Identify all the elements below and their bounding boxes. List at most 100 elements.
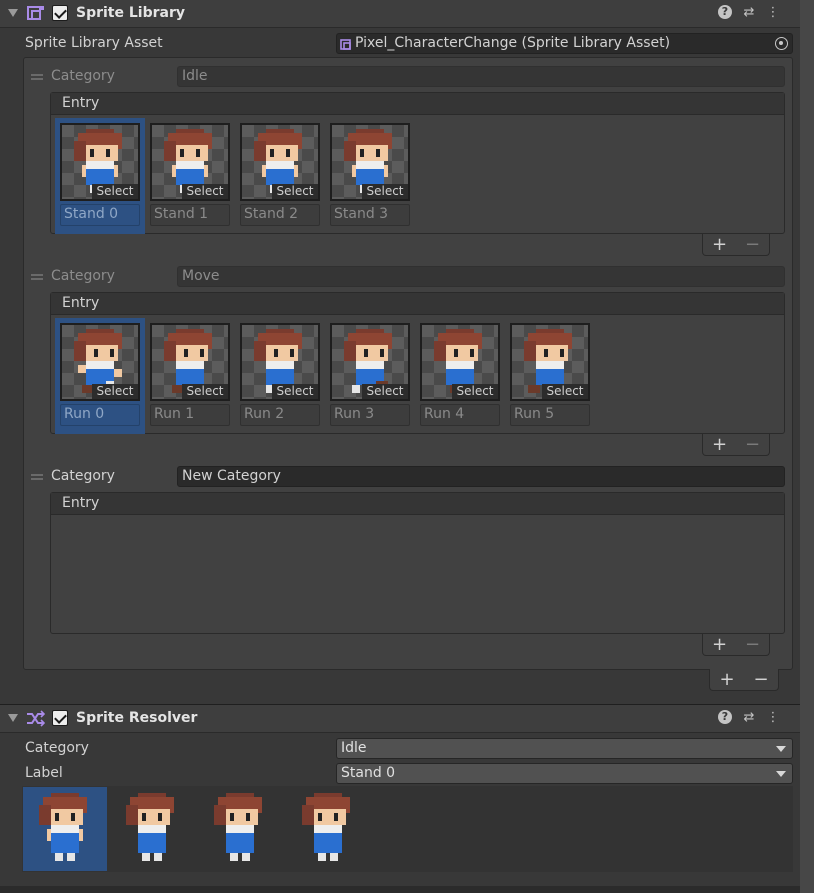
sprite-thumbnail: Select xyxy=(240,323,320,401)
category-label: Category xyxy=(25,740,89,756)
category-label: Category xyxy=(51,268,115,284)
sprite-thumbnail: Select xyxy=(240,123,320,201)
entry-run-5[interactable]: Select Run 5 xyxy=(510,323,590,426)
sprite-thumbnail: Select xyxy=(60,123,140,201)
sprite-thumbnail: Select xyxy=(150,323,230,401)
entry-header: Entry xyxy=(51,293,784,315)
label-dropdown[interactable]: Stand 0 xyxy=(336,763,793,784)
enabled-checkbox[interactable] xyxy=(52,5,68,21)
add-entry-button[interactable]: + xyxy=(712,434,727,455)
entry-run-2[interactable]: Select Run 2 xyxy=(240,323,320,426)
sprite-thumbnail: Select xyxy=(330,123,410,201)
object-picker-icon[interactable] xyxy=(775,37,788,50)
category-label: Category xyxy=(51,68,115,84)
entry-stand-0[interactable]: Select Stand 0 xyxy=(55,118,145,234)
sprite-thumbnail: Select xyxy=(150,123,230,201)
select-button[interactable]: Select xyxy=(92,384,138,399)
entry-name[interactable]: Stand 3 xyxy=(330,204,410,226)
presets-icon[interactable]: ⇄ xyxy=(742,5,756,21)
sprite-thumbnail: Select xyxy=(330,323,410,401)
category-name-field[interactable]: Move xyxy=(177,266,785,287)
entry-name[interactable]: Run 2 xyxy=(240,404,320,426)
entry-name[interactable]: Stand 2 xyxy=(240,204,320,226)
help-icon[interactable]: ? xyxy=(718,710,732,724)
asset-label: Sprite Library Asset xyxy=(25,35,163,51)
remove-entry-button[interactable]: − xyxy=(745,434,760,455)
entry-name[interactable]: Stand 0 xyxy=(60,204,140,226)
entry-list-footer: + − xyxy=(702,434,770,456)
select-button[interactable]: Select xyxy=(92,184,138,199)
category-label: Category xyxy=(51,468,115,484)
sprite-library-header[interactable]: Sprite Library ? ⇄ ⋮ xyxy=(0,0,800,28)
sprite-resolver-header[interactable]: Sprite Resolver ? ⇄ ⋮ xyxy=(0,705,800,733)
entry-list-footer: + − xyxy=(702,634,770,656)
entry-list-new-category: Entry xyxy=(50,492,785,634)
select-button[interactable]: Select xyxy=(182,184,228,199)
entry-name[interactable]: Run 0 xyxy=(60,404,140,426)
drag-handle-icon[interactable] xyxy=(31,274,43,280)
entry-header: Entry xyxy=(51,93,784,115)
preview-tile[interactable] xyxy=(198,787,282,871)
entry-name[interactable]: Run 3 xyxy=(330,404,410,426)
preview-tile[interactable] xyxy=(110,787,194,871)
select-button[interactable]: Select xyxy=(272,184,318,199)
category-name-field[interactable]: New Category xyxy=(177,466,785,487)
enabled-checkbox[interactable] xyxy=(52,710,68,726)
drag-handle-icon[interactable] xyxy=(31,74,43,80)
character-sprite-icon xyxy=(126,793,174,861)
entry-name[interactable]: Run 5 xyxy=(510,404,590,426)
add-entry-button[interactable]: + xyxy=(712,634,727,655)
sprite-resolver-component-icon xyxy=(27,710,45,727)
character-sprite-icon xyxy=(214,793,262,861)
sprite-library-component-icon xyxy=(27,6,44,20)
entry-run-4[interactable]: Select Run 4 xyxy=(420,323,500,426)
preview-tile-selected[interactable] xyxy=(23,787,107,871)
more-icon[interactable]: ⋮ xyxy=(766,5,780,21)
bottom-edge xyxy=(0,886,800,893)
entry-list-footer: + − xyxy=(702,234,770,256)
character-sprite-icon xyxy=(39,793,87,861)
asset-object-field[interactable]: Pixel_CharacterChange (Sprite Library As… xyxy=(336,33,793,54)
inspector-scrollbar[interactable] xyxy=(800,0,814,893)
more-icon[interactable]: ⋮ xyxy=(766,710,780,726)
category-name-field[interactable]: Idle xyxy=(177,66,785,87)
category-list-footer: + − xyxy=(709,669,779,691)
entry-name[interactable]: Run 1 xyxy=(150,404,230,426)
remove-entry-button[interactable]: − xyxy=(745,634,760,655)
remove-entry-button[interactable]: − xyxy=(745,234,760,255)
entry-run-0[interactable]: Select Run 0 xyxy=(55,318,145,434)
foldout-arrow-icon[interactable] xyxy=(8,714,18,722)
character-sprite-icon xyxy=(302,793,350,861)
select-button[interactable]: Select xyxy=(182,384,228,399)
remove-category-button[interactable]: − xyxy=(753,669,768,690)
entry-run-3[interactable]: Select Run 3 xyxy=(330,323,410,426)
entry-stand-2[interactable]: Select Stand 2 xyxy=(240,123,320,226)
select-button[interactable]: Select xyxy=(452,384,498,399)
select-button[interactable]: Select xyxy=(272,384,318,399)
component-title: Sprite Library xyxy=(76,5,185,21)
sprite-thumbnail: Select xyxy=(510,323,590,401)
sprite-library-asset-icon xyxy=(340,39,351,50)
help-icon[interactable]: ? xyxy=(718,5,732,19)
foldout-arrow-icon[interactable] xyxy=(8,9,18,17)
presets-icon[interactable]: ⇄ xyxy=(742,710,756,726)
component-title: Sprite Resolver xyxy=(76,710,198,726)
select-button[interactable]: Select xyxy=(542,384,588,399)
add-entry-button[interactable]: + xyxy=(712,234,727,255)
add-category-button[interactable]: + xyxy=(719,669,734,690)
entry-name[interactable]: Run 4 xyxy=(420,404,500,426)
entry-name[interactable]: Stand 1 xyxy=(150,204,230,226)
asset-value: Pixel_CharacterChange (Sprite Library As… xyxy=(355,35,671,51)
entry-stand-1[interactable]: Select Stand 1 xyxy=(150,123,230,226)
entry-stand-3[interactable]: Select Stand 3 xyxy=(330,123,410,226)
label-label: Label xyxy=(25,765,63,781)
entry-header: Entry xyxy=(51,493,784,515)
category-dropdown[interactable]: Idle xyxy=(336,738,793,759)
preview-tile[interactable] xyxy=(286,787,370,871)
sprite-thumbnail: Select xyxy=(60,323,140,401)
select-button[interactable]: Select xyxy=(362,384,408,399)
drag-handle-icon[interactable] xyxy=(31,474,43,480)
sprite-thumbnail: Select xyxy=(420,323,500,401)
select-button[interactable]: Select xyxy=(362,184,408,199)
entry-run-1[interactable]: Select Run 1 xyxy=(150,323,230,426)
